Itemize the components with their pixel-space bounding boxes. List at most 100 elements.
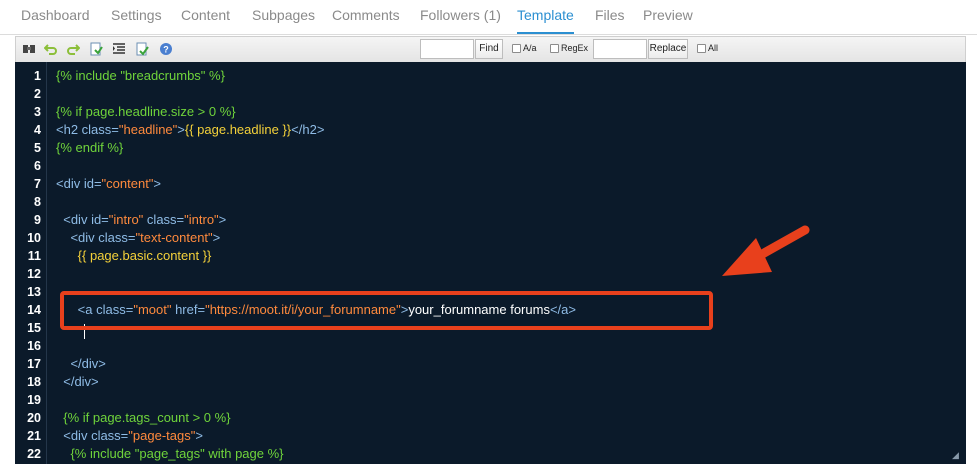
code-line[interactable]: 19: [15, 391, 966, 409]
line-number: 21: [27, 429, 41, 443]
code-line[interactable]: 6: [15, 157, 966, 175]
code-line[interactable]: 8: [15, 193, 966, 211]
code-token: class=: [81, 122, 119, 137]
code-text: {% include "page_tags" with page %}: [56, 445, 284, 463]
line-number: 10: [27, 231, 41, 245]
line-number: 13: [27, 285, 41, 299]
line-number: 7: [34, 177, 41, 191]
code-text: {% if page.tags_count > 0 %}: [56, 409, 231, 427]
code-token: <div: [63, 212, 92, 227]
code-token: >: [212, 230, 221, 245]
code-line[interactable]: 2: [15, 85, 966, 103]
line-number: 12: [27, 267, 41, 281]
format-icon[interactable]: [88, 41, 104, 57]
code-token: id=: [91, 212, 109, 227]
code-line[interactable]: 7 <div id="content">: [15, 175, 966, 193]
code-token: class=: [143, 212, 185, 227]
code-token: >: [153, 176, 162, 191]
code-line[interactable]: 9 <div id="intro" class="intro">: [15, 211, 966, 229]
code-text: {% include "breadcrumbs" %}: [56, 67, 225, 85]
code-text: <div class="text-content">: [56, 229, 220, 247]
regex-checkbox[interactable]: [550, 44, 559, 53]
code-line[interactable]: 17 </div>: [15, 355, 966, 373]
code-token: "intro": [108, 212, 144, 227]
code-line[interactable]: 5 {% endif %}: [15, 139, 966, 157]
code-token: {{ page.headline }}: [184, 122, 292, 137]
code-token: <div: [56, 176, 84, 191]
code-line[interactable]: 1 {% include "breadcrumbs" %}: [15, 67, 966, 85]
line-number: 17: [27, 357, 41, 371]
tab-dashboard[interactable]: Dashboard: [21, 0, 90, 32]
line-number: 18: [27, 375, 41, 389]
tab-subpages[interactable]: Subpages: [252, 0, 315, 32]
line-number: 9: [34, 213, 41, 227]
code-token: </h2>: [291, 122, 325, 137]
undo-icon[interactable]: [43, 41, 59, 57]
code-line[interactable]: 11 {{ page.basic.content }}: [15, 247, 966, 265]
line-number: 8: [34, 195, 41, 209]
replace-button[interactable]: Replace: [648, 39, 688, 59]
tab-content[interactable]: Content: [181, 0, 230, 32]
code-line[interactable]: 3 {% if page.headline.size > 0 %}: [15, 103, 966, 121]
find-input[interactable]: [420, 39, 474, 59]
code-token: {% if page.headline.size > 0 %}: [56, 104, 236, 119]
code-text: <div id="content">: [56, 175, 161, 193]
tab-settings[interactable]: Settings: [111, 0, 162, 32]
code-token: {{ page.basic.content }}: [77, 248, 212, 263]
line-number: 1: [34, 69, 41, 83]
reformat-icon[interactable]: [134, 41, 150, 57]
replace-all-checkbox[interactable]: [697, 44, 706, 53]
replace-input[interactable]: [593, 39, 647, 59]
code-line[interactable]: 21 <div class="page-tags">: [15, 427, 966, 445]
code-line[interactable]: 22 {% include "page_tags" with page %}: [15, 445, 966, 463]
tab-comments[interactable]: Comments: [332, 0, 400, 32]
tab-files[interactable]: Files: [595, 0, 625, 32]
code-token: "headline": [118, 122, 178, 137]
code-token: class=: [98, 230, 136, 245]
code-text: {% if page.headline.size > 0 %}: [56, 103, 236, 121]
tab-preview[interactable]: Preview: [643, 0, 693, 32]
code-token: "content": [101, 176, 154, 191]
case-sensitive-checkbox[interactable]: [512, 44, 521, 53]
svg-text:?: ?: [163, 45, 169, 55]
code-token: {% include "page_tags" with page %}: [70, 446, 284, 461]
code-token: >: [218, 212, 227, 227]
search-icon[interactable]: [21, 41, 37, 57]
code-token: {% endif %}: [56, 140, 124, 155]
code-token: "intro": [184, 212, 219, 227]
code-token: >: [177, 122, 185, 137]
help-icon[interactable]: ?: [158, 41, 174, 57]
regex-label: RegEx: [561, 43, 589, 53]
line-number: 20: [27, 411, 41, 425]
line-number: 5: [34, 141, 41, 155]
code-token: </div>: [63, 374, 99, 389]
redo-icon[interactable]: [65, 41, 81, 57]
indent-icon[interactable]: [111, 41, 127, 57]
code-line[interactable]: 16: [15, 337, 966, 355]
line-number: 19: [27, 393, 41, 407]
code-editor[interactable]: 1 {% include "breadcrumbs" %} 2 3 {% if page…: [15, 62, 966, 464]
code-token: <h2: [56, 122, 82, 137]
code-text: <h2 class="headline">{{ page.headline }}…: [56, 121, 324, 139]
code-line[interactable]: 18 </div>: [15, 373, 966, 391]
code-token: "page-tags": [128, 428, 196, 443]
code-line[interactable]: 20 {% if page.tags_count > 0 %}: [15, 409, 966, 427]
code-token: id=: [83, 176, 102, 191]
tab-bar: Dashboard Settings Content Subpages Comm…: [0, 0, 977, 35]
code-token: {% include "breadcrumbs" %}: [56, 68, 225, 83]
code-line[interactable]: 10 <div class="text-content">: [15, 229, 966, 247]
line-number: 11: [27, 249, 41, 263]
code-token: {% if page.tags_count > 0 %}: [63, 410, 231, 425]
code-line[interactable]: 12: [15, 265, 966, 283]
tab-template[interactable]: Template: [517, 0, 574, 34]
resize-handle-icon[interactable]: ◢: [952, 451, 960, 460]
find-button[interactable]: Find: [475, 39, 503, 59]
code-line[interactable]: 4 <h2 class="headline">{{ page.headline }…: [15, 121, 966, 139]
code-token: <div: [70, 230, 99, 245]
line-number: 22: [27, 447, 41, 461]
tab-followers[interactable]: Followers (1): [420, 0, 501, 32]
